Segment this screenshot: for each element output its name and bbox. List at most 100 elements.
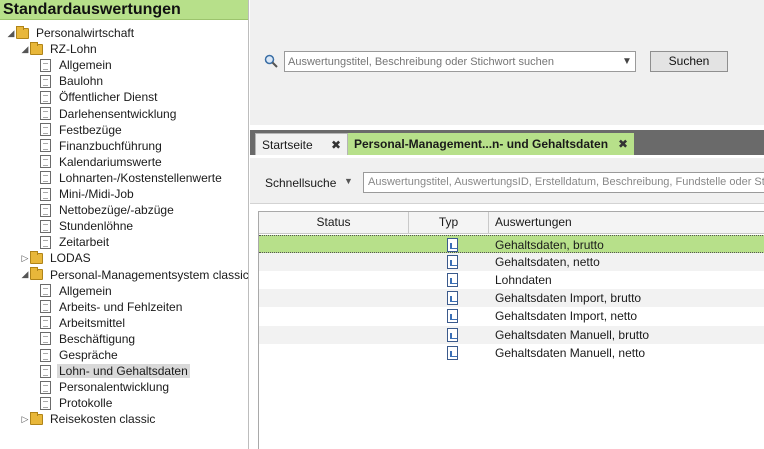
results-grid: Status Typ Auswertungen Gehaltsdaten, br…	[258, 211, 764, 449]
tree-item[interactable]: Allgemein	[40, 283, 114, 299]
tree-item-label: Zeitarbeit	[59, 235, 110, 250]
table-row[interactable]: Gehaltsdaten, brutto	[259, 235, 764, 253]
document-icon	[40, 171, 51, 185]
tree-item[interactable]: Zeitarbeit	[40, 234, 111, 250]
tree-item-label: Finanzbuchführung	[59, 138, 162, 153]
folder-icon	[30, 41, 43, 55]
expanded-arrow-icon[interactable]: ◢	[20, 269, 30, 280]
tree-item[interactable]: Mini-/Midi-Job	[40, 186, 136, 202]
folder-icon	[30, 250, 43, 264]
tree-item-label: Arbeitsmittel	[59, 315, 126, 330]
document-icon	[40, 203, 51, 217]
tree-item[interactable]: Lohn- und Gehaltsdaten	[40, 363, 190, 379]
document-icon	[40, 284, 51, 298]
tree-item-label: Darlehensentwicklung	[59, 106, 177, 121]
tree-item[interactable]: Protokolle	[40, 395, 114, 411]
document-icon	[40, 74, 51, 88]
report-name: Gehaltsdaten, netto	[495, 255, 600, 270]
folder-icon	[30, 267, 43, 280]
table-row[interactable]: Gehaltsdaten, netto	[259, 253, 764, 272]
close-icon[interactable]: ✖	[331, 138, 341, 152]
tree-item-label: Personalwirtschaft	[36, 26, 135, 40]
tree-item[interactable]: Arbeits- und Fehlzeiten	[40, 299, 184, 315]
tree-item[interactable]: ◢ RZ-Lohn	[20, 41, 99, 57]
report-icon	[447, 327, 458, 342]
collapsed-arrow-icon[interactable]: ▷	[20, 414, 30, 425]
tree-item[interactable]: ▷ Reisekosten classic	[20, 411, 157, 427]
report-icon	[447, 345, 458, 360]
column-header-typ[interactable]: Typ	[409, 212, 489, 233]
grid-header: Status Typ Auswertungen	[259, 212, 764, 234]
tree-item[interactable]: Arbeitsmittel	[40, 315, 127, 331]
tree-item[interactable]: Beschäftigung	[40, 331, 137, 347]
tree-item-label: Öffentlicher Dienst	[59, 90, 158, 105]
tree-item-label: Protokolle	[59, 396, 113, 411]
left-panel: Standardauswertungen ◢ Personalwirtschaft…	[0, 0, 249, 449]
table-row[interactable]: Lohndaten	[259, 271, 764, 289]
tab-label: Personal-Management...n- und Gehaltsdate…	[354, 137, 609, 151]
chevron-down-icon[interactable]: ▼	[344, 176, 353, 186]
search-button[interactable]: Suchen	[650, 51, 728, 72]
document-icon	[40, 155, 51, 169]
search-field[interactable]: ▼	[284, 51, 636, 72]
tree-item-label: Baulohn	[59, 74, 104, 89]
panel-title: Standardauswertungen	[0, 0, 248, 20]
table-row[interactable]: Gehaltsdaten Manuell, netto	[259, 344, 764, 362]
tree-item-label: Beschäftigung	[59, 331, 136, 346]
document-icon	[40, 187, 51, 201]
expanded-arrow-icon[interactable]: ◢	[6, 28, 16, 39]
column-header-status[interactable]: Status	[259, 212, 409, 233]
document-icon	[40, 348, 51, 362]
tab-label: Startseite	[262, 137, 313, 152]
tree-item[interactable]: ◢ Personalwirtschaft	[6, 25, 136, 41]
tab-startseite[interactable]: Startseite ✖	[255, 133, 348, 155]
tree-item[interactable]: ◢ Personal-Managementsystem classic	[20, 267, 249, 283]
report-icon	[447, 309, 458, 324]
tree-item-label: Festbezüge	[59, 122, 122, 137]
tree-item[interactable]: Finanzbuchführung	[40, 138, 164, 154]
report-icon	[447, 273, 458, 288]
search-input[interactable]	[285, 52, 619, 71]
tab-lohn-gehaltsdaten[interactable]: Personal-Management...n- und Gehaltsdate…	[348, 133, 634, 155]
tree-item-label: Allgemein	[59, 58, 112, 73]
tree-item-label: Reisekosten classic	[50, 412, 156, 427]
tree-item[interactable]: Öffentlicher Dienst	[40, 89, 160, 105]
tree-item-label: Kalendariumswerte	[59, 154, 162, 169]
tree-item[interactable]: Baulohn	[40, 73, 105, 89]
quick-search-label[interactable]: Schnellsuche	[265, 176, 336, 190]
table-row[interactable]: Gehaltsdaten Import, brutto	[259, 289, 764, 308]
tree-item[interactable]: Lohnarten-/Kostenstellenwerte	[40, 170, 224, 186]
document-icon	[40, 396, 51, 410]
document-icon	[40, 316, 51, 330]
expanded-arrow-icon[interactable]: ◢	[20, 44, 30, 55]
tree-item[interactable]: Festbezüge	[40, 122, 124, 138]
table-row[interactable]: Gehaltsdaten Manuell, brutto	[259, 325, 764, 344]
tree-item[interactable]: Nettobezüge/-abzüge	[40, 202, 176, 218]
chevron-down-icon[interactable]: ▼	[619, 56, 635, 67]
tree-item[interactable]: ▷ LODAS	[20, 250, 93, 266]
report-name: Gehaltsdaten, brutto	[495, 238, 604, 252]
tree-item[interactable]: Personalentwicklung	[40, 379, 171, 395]
tree-item-label: Mini-/Midi-Job	[59, 187, 134, 201]
report-name: Gehaltsdaten Import, brutto	[495, 291, 642, 306]
tree-item-label: Personal-Managementsystem classic	[50, 267, 249, 282]
column-header-auswertungen[interactable]: Auswertungen	[489, 212, 764, 233]
report-name: Gehaltsdaten Manuell, netto	[495, 345, 646, 360]
document-icon	[40, 123, 51, 137]
document-icon	[40, 364, 51, 378]
tree-item-label: Stundenlöhne	[59, 219, 134, 234]
quick-search-input[interactable]: Auswertungstitel, AuswertungsID, Erstell…	[363, 172, 764, 193]
tree-item-label: Lohnarten-/Kostenstellenwerte	[59, 170, 222, 185]
close-icon[interactable]: ✖	[618, 137, 628, 151]
tree-item[interactable]: Kalendariumswerte	[40, 154, 164, 170]
tree-item[interactable]: Gespräche	[40, 347, 120, 363]
tree-item[interactable]: Allgemein	[40, 57, 114, 73]
document-icon	[40, 332, 51, 346]
search-icon	[264, 54, 278, 68]
table-row[interactable]: Gehaltsdaten Import, netto	[259, 307, 764, 325]
document-icon	[40, 380, 51, 394]
tree-item[interactable]: Darlehensentwicklung	[40, 106, 178, 122]
document-icon	[40, 235, 51, 249]
tree-item[interactable]: Stundenlöhne	[40, 218, 135, 234]
collapsed-arrow-icon[interactable]: ▷	[20, 253, 30, 264]
